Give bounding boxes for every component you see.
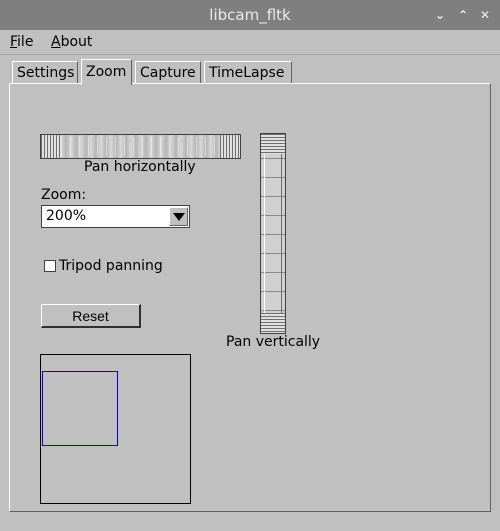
menu-about-mnemonic: A xyxy=(51,34,61,50)
tab-zoom-label: Zoom xyxy=(86,64,127,80)
dropdown-arrow-icon[interactable] xyxy=(169,207,188,226)
chevron-down-icon: ⌄ xyxy=(434,8,446,22)
zoom-value: 200% xyxy=(46,208,87,224)
menu-file[interactable]: File xyxy=(10,32,33,52)
close-button[interactable]: ✕ xyxy=(476,6,494,24)
tab-capture-label: Capture xyxy=(140,65,196,81)
pan-horizontal-slider[interactable] xyxy=(40,134,241,159)
menu-about-label: bout xyxy=(60,34,93,50)
zoom-label: Zoom: xyxy=(41,187,87,203)
pan-horizontal-right-grip[interactable] xyxy=(220,135,240,158)
tab-settings[interactable]: Settings xyxy=(12,61,78,83)
pan-vertical-top-grip[interactable] xyxy=(261,134,285,154)
zoom-select[interactable]: 200% xyxy=(41,205,190,228)
pan-horizontal-left-grip[interactable] xyxy=(41,135,61,158)
pan-horizontal-label: Pan horizontally xyxy=(84,159,196,175)
tab-settings-label: Settings xyxy=(17,65,75,81)
menu-file-label: ile xyxy=(17,34,34,50)
pan-vertical-track xyxy=(264,134,282,333)
menu-bar: File About xyxy=(0,30,500,55)
minimize-button[interactable]: ⌄ xyxy=(431,6,449,24)
pan-vertical-bottom-grip[interactable] xyxy=(261,313,285,333)
menu-about[interactable]: About xyxy=(51,32,92,52)
tripod-panning-label: Tripod panning xyxy=(59,258,163,274)
window-title: libcam_fltk xyxy=(209,6,291,24)
tab-timelapse[interactable]: TimeLapse xyxy=(204,61,292,83)
chevron-up-icon: ⌃ xyxy=(457,8,469,22)
close-icon: ✕ xyxy=(479,8,491,22)
pan-vertical-label: Pan vertically xyxy=(226,334,321,350)
zoom-preview[interactable] xyxy=(40,354,191,504)
zoom-viewport-rect[interactable] xyxy=(42,371,118,446)
menu-file-mnemonic: F xyxy=(10,34,18,50)
title-bar: libcam_fltk ⌄ ⌃ ✕ xyxy=(0,0,500,30)
tab-zoom[interactable]: Zoom xyxy=(81,59,132,85)
maximize-button[interactable]: ⌃ xyxy=(454,6,472,24)
tripod-panning-checkbox[interactable] xyxy=(44,260,56,272)
reset-button[interactable]: Reset xyxy=(41,304,141,328)
tab-timelapse-label: TimeLapse xyxy=(209,65,285,81)
tab-capture[interactable]: Capture xyxy=(135,61,201,83)
pan-vertical-slider[interactable] xyxy=(260,133,286,334)
